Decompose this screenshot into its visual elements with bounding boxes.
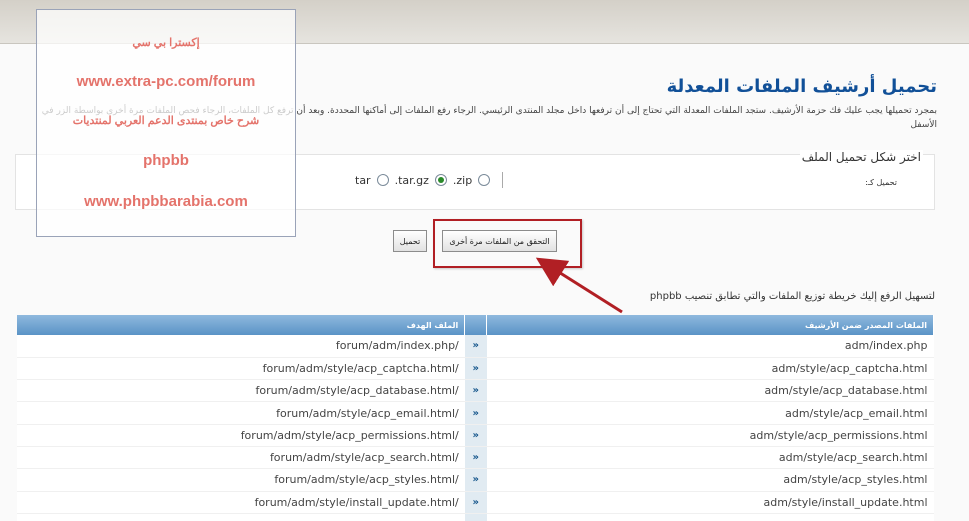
arrow-cell: » (464, 468, 487, 492)
table-row: » (17, 513, 934, 521)
table-row: forum/adm/index.php/ » adm/index.php (17, 335, 934, 358)
target-cell: forum/adm/style/install_update.html/ (17, 491, 465, 514)
download-button[interactable]: تحميل (393, 230, 427, 252)
arrow-cell: » (464, 401, 487, 425)
target-cell: forum/adm/style/acp_captcha.html/ (17, 357, 465, 381)
watermark-url-phpbbarabia: www.phpbbarabia.com (84, 192, 248, 210)
format-option-label-tar: tar (355, 173, 371, 187)
arrow-cell: » (464, 513, 487, 521)
format-legend: اختر شكل تحميل الملف (799, 150, 923, 164)
table-row: forum/adm/style/acp_captcha.html/ » adm/… (17, 357, 934, 381)
table-row: forum/adm/style/acp_permissions.html/ » … (17, 424, 934, 447)
page-title: تحميل أرشيف الملفات المعدلة (666, 76, 937, 97)
format-radio-tar[interactable] (478, 174, 491, 186)
source-cell: adm/style/acp_database.html (486, 379, 934, 403)
arrow-cell: » (464, 357, 487, 381)
target-cell: forum/adm/style/acp_email.html/ (17, 401, 465, 425)
target-cell: forum/adm/style/acp_database.html/ (17, 379, 465, 403)
target-cell: forum/adm/style/acp_styles.html/ (17, 468, 465, 492)
arrow-cell: » (464, 424, 487, 447)
source-cell (486, 513, 934, 521)
source-cell: adm/style/install_update.html (486, 491, 934, 514)
watermark-overlay: إكسترا بي سي www.extra-pc.com/forum شرح … (36, 9, 296, 237)
table-header-row: الملف الهدف الملفات المصدر ضمن الأرشيف (17, 315, 934, 335)
format-option-label-zip: .zip (452, 173, 473, 187)
format-radio-group: tar .tar.gz .zip (355, 172, 504, 188)
table-row: forum/adm/style/install_update.html/ » a… (17, 491, 934, 514)
format-label: تحميل كـ: (865, 178, 897, 187)
arrow-cell: » (464, 379, 487, 403)
table-row: forum/adm/style/acp_database.html/ » adm… (17, 379, 934, 403)
source-cell: adm/index.php (486, 335, 934, 358)
source-cell: adm/style/acp_permissions.html (486, 424, 934, 447)
table-row: forum/adm/style/acp_styles.html/ » adm/s… (17, 468, 934, 492)
arrow-cell: » (464, 446, 487, 470)
format-divider (502, 172, 504, 188)
target-cell: forum/adm/index.php/ (17, 335, 465, 358)
source-cell: adm/style/acp_search.html (486, 446, 934, 470)
header-source: الملفات المصدر ضمن الأرشيف (486, 315, 934, 335)
format-radio-zip[interactable] (434, 174, 447, 186)
highlight-box (433, 219, 582, 268)
source-cell: adm/style/acp_email.html (486, 401, 934, 425)
target-cell: forum/adm/style/acp_permissions.html/ (17, 424, 465, 447)
watermark-description: شرح خاص بمنتدى الدعم العربي لمنتديات (72, 115, 260, 128)
arrow-cell: » (464, 491, 487, 514)
arrow-cell: » (464, 335, 487, 358)
table-row: forum/adm/style/acp_email.html/ » adm/st… (17, 401, 934, 425)
header-target: الملف الهدف (17, 315, 466, 335)
format-option-label-tar-gz: .tar.gz (394, 173, 429, 187)
header-separator (464, 315, 488, 335)
target-cell (17, 513, 465, 521)
watermark-site-name: إكسترا بي سي (132, 37, 200, 50)
watermark-phpbb: phpbb (143, 151, 189, 169)
target-cell: forum/adm/style/acp_search.html/ (17, 446, 465, 470)
table-caption: لتسهيل الرفع إليك خريطة توزيع الملفات وا… (649, 291, 935, 302)
source-cell: adm/style/acp_captcha.html (486, 357, 934, 381)
watermark-url-extra-pc: www.extra-pc.com/forum (76, 73, 256, 91)
table-row: forum/adm/style/acp_search.html/ » adm/s… (17, 446, 934, 470)
source-cell: adm/style/acp_styles.html (486, 468, 934, 492)
file-map-table: الملف الهدف الملفات المصدر ضمن الأرشيف f… (17, 315, 934, 521)
format-radio-tar-gz[interactable] (376, 174, 389, 186)
